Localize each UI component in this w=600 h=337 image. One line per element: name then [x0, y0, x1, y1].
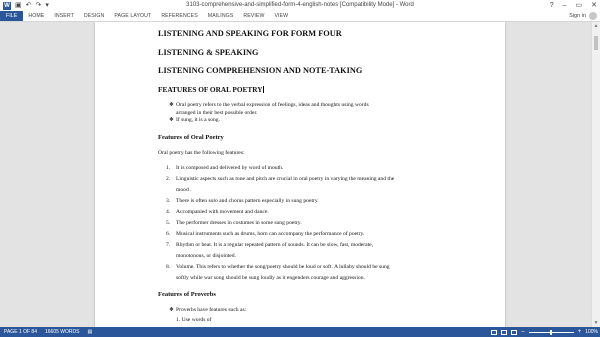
window-title: 3103-comprehensive-and-simplified-form-4…: [186, 2, 414, 8]
sign-in-link[interactable]: Sign in: [569, 11, 586, 21]
status-bar: PAGE 1 OF 84 16605 WORDS ▤ – + 100%: [0, 327, 600, 337]
scroll-down-icon[interactable]: ▼: [592, 319, 600, 327]
feature-list-item: 2. Linguistic aspects such as tone and pi…: [158, 174, 493, 185]
redo-icon[interactable]: ↷: [36, 1, 42, 11]
title-bar: W ▣ ↶ ↷ ▾ 3103-comprehensive-and-simplif…: [0, 0, 600, 11]
feature-list-item: monotonous, or disjointed.: [158, 251, 493, 262]
bullet-diamond-icon: ❖: [169, 306, 175, 313]
feature-text: mood .: [176, 186, 192, 193]
list-item: ❖ Oral poetry refers to the verbal expres…: [169, 102, 369, 108]
zoom-slider-thumb[interactable]: [549, 329, 552, 335]
list-number: 7.: [166, 241, 171, 248]
list-number: 5.: [166, 219, 171, 226]
list-item: ❖ If sung, it is a song.: [169, 117, 220, 123]
list-item: ❖ Proverbs have features such as:: [169, 306, 247, 313]
zoom-level[interactable]: 100%: [585, 327, 598, 337]
intro-bullet-list: ❖ Oral poetry refers to the verbal expres…: [158, 102, 493, 125]
customize-qat-icon[interactable]: ▾: [45, 1, 49, 11]
feature-text: The performer dresses in costumes in som…: [176, 219, 302, 226]
tab-insert[interactable]: INSERT: [49, 11, 79, 21]
word-app-icon[interactable]: W: [3, 1, 11, 10]
quick-access-toolbar: W ▣ ↶ ↷ ▾: [0, 1, 49, 11]
feature-list-item: 4. Accompanied with movement and dance.: [158, 207, 493, 218]
heading-features-oral-poetry: FEATURES OF ORAL POETRY: [158, 84, 264, 94]
tab-design[interactable]: DESIGN: [79, 11, 110, 21]
tab-home[interactable]: HOME: [23, 11, 49, 21]
feature-text: monotonous, or disjointed.: [176, 252, 236, 259]
read-mode-icon[interactable]: [491, 329, 498, 335]
save-icon[interactable]: ▣: [15, 1, 22, 11]
feature-list-item: 7. Rhythm or beat. It is a regular repeat…: [158, 240, 493, 251]
feature-text: Rhythm or beat. It is a regular repeated…: [176, 241, 374, 248]
list-number: 1.: [166, 164, 171, 171]
proofing-icon[interactable]: ▤: [79, 327, 92, 337]
feature-list-item: 5. The performer dresses in costumes in s…: [158, 218, 493, 229]
tab-view[interactable]: VIEW: [269, 11, 293, 21]
view-zoom-controls: – + 100%: [491, 327, 598, 337]
feature-text: softly while war song should be sung lou…: [176, 274, 365, 281]
ribbon-tabs: FILE HOME INSERT DESIGN PAGE LAYOUT REFE…: [0, 11, 600, 22]
features-list: 1. It is composed and delivered by word o…: [158, 163, 493, 284]
list-number: 4.: [166, 208, 171, 215]
bullet-diamond-icon: ❖: [169, 102, 175, 108]
document-area: LISTENING AND SPEAKING FOR FORM FOUR LIS…: [0, 22, 592, 327]
zoom-in-button[interactable]: +: [578, 327, 582, 337]
list-item: arranged in their best possible order.: [176, 109, 258, 116]
heading-listening-speaking: LISTENING & SPEAKING: [158, 47, 259, 57]
feature-list-item: mood .: [158, 185, 493, 196]
tab-references[interactable]: REFERENCES: [156, 11, 202, 21]
tab-file[interactable]: FILE: [0, 11, 24, 21]
feature-list-item: softly while war song should be sung lou…: [158, 273, 493, 284]
page-count[interactable]: PAGE 1 OF 84: [0, 327, 37, 337]
bullet-diamond-icon: ❖: [169, 117, 175, 123]
help-icon[interactable]: ?: [550, 0, 554, 11]
section-title-proverbs: Features of Proverbs: [158, 290, 216, 298]
heading-main: LISTENING AND SPEAKING FOR FORM FOUR: [158, 29, 342, 38]
feature-list-item: 8. Volume. This refers to whether the son…: [158, 262, 493, 273]
list-number: 6.: [166, 230, 171, 237]
minimize-button[interactable]: –: [563, 0, 567, 11]
user-avatar[interactable]: [589, 12, 597, 20]
feature-text: Musical instruments such as drums, horn …: [176, 230, 365, 237]
list-number: 2.: [166, 175, 171, 182]
text-cursor: [263, 85, 264, 93]
feature-list-item: 1. It is composed and delivered by word o…: [158, 163, 493, 174]
feature-list-item: 6. Musical instruments such as drums, hor…: [158, 229, 493, 240]
feature-text: Linguistic aspects such as tone and pitc…: [176, 175, 395, 182]
section-lead: Oral poetry has the following features:: [158, 149, 245, 156]
tab-review[interactable]: REVIEW: [238, 11, 269, 21]
scrollbar-thumb[interactable]: [594, 36, 598, 50]
zoom-out-button[interactable]: –: [521, 327, 524, 337]
vertical-scrollbar[interactable]: ▲ ▼: [591, 22, 600, 327]
zoom-slider[interactable]: [528, 329, 574, 335]
feature-text: There is often solo and chorus pattern e…: [176, 197, 319, 204]
scroll-up-icon[interactable]: ▲: [592, 22, 600, 30]
heading-comprehension: LISTENING COMPREHENSION AND NOTE-TAKING: [158, 66, 363, 75]
feature-text: Accompanied with movement and dance.: [176, 208, 269, 215]
tab-page-layout[interactable]: PAGE LAYOUT: [109, 11, 156, 21]
list-number: 3.: [166, 197, 171, 204]
document-page[interactable]: LISTENING AND SPEAKING FOR FORM FOUR LIS…: [95, 22, 505, 327]
document-content: LISTENING AND SPEAKING FOR FORM FOUR LIS…: [158, 25, 493, 325]
cutoff-line: 1. Use words of: [176, 317, 212, 323]
feature-text: Volume. This refers to whether the song/…: [176, 263, 390, 270]
web-layout-icon[interactable]: [511, 329, 518, 335]
print-layout-icon[interactable]: [501, 329, 508, 335]
close-button[interactable]: ✕: [591, 0, 597, 11]
proverbs-bullet-list: ❖ Proverbs have features such as:: [158, 307, 493, 315]
restore-button[interactable]: ▭: [576, 0, 583, 11]
window-controls: ? – ▭ ✕: [550, 0, 597, 11]
undo-icon[interactable]: ↶: [26, 1, 32, 11]
feature-text: It is composed and delivered by word of …: [176, 164, 284, 171]
section-title-oral-poetry: Features of Oral Poetry: [158, 133, 224, 141]
feature-list-item: 3. There is often solo and chorus pattern…: [158, 196, 493, 207]
list-number: 8.: [166, 263, 171, 270]
word-count[interactable]: 16605 WORDS: [37, 327, 79, 337]
tab-mailings[interactable]: MAILINGS: [203, 11, 239, 21]
